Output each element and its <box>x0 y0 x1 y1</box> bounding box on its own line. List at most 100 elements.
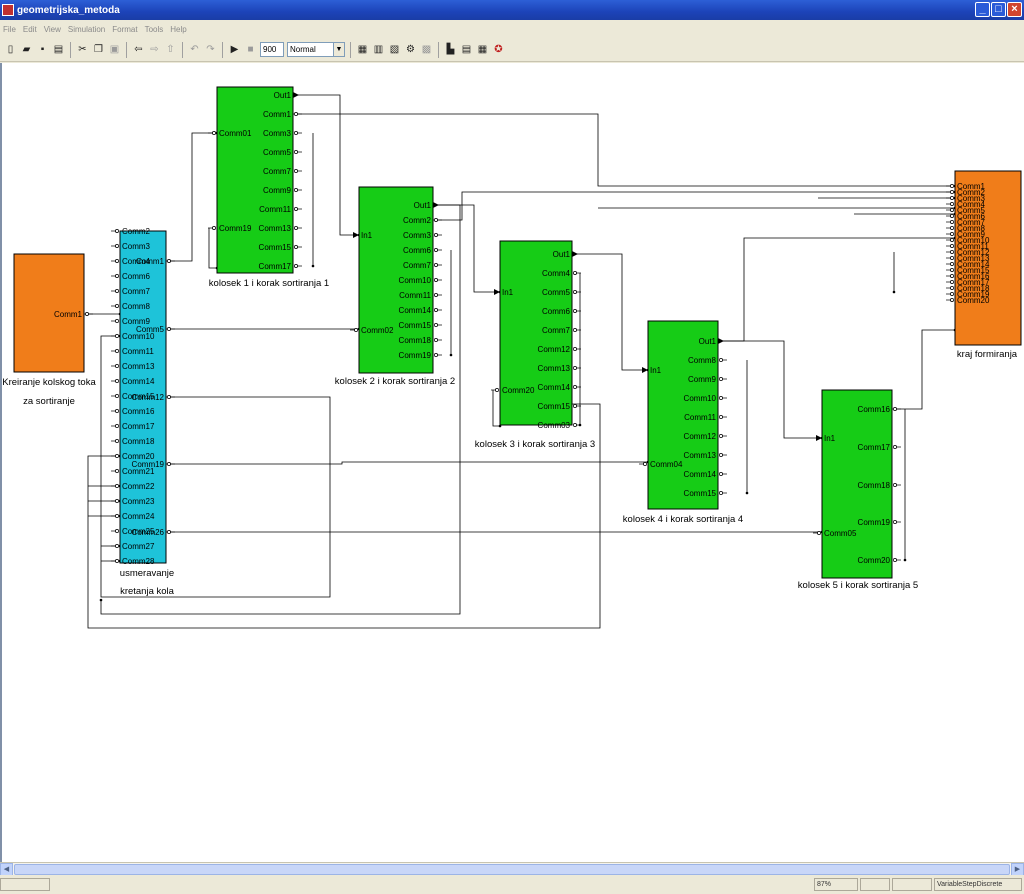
port-label-comm16: Comm16 <box>858 405 891 414</box>
new-icon[interactable]: ▯ <box>4 43 17 57</box>
port-label-comm16: Comm16 <box>122 407 155 416</box>
simulink-app-icon <box>2 4 14 16</box>
port-label-in1: In1 <box>824 434 836 443</box>
port-label-comm2: Comm2 <box>122 227 151 236</box>
line-junction-dot <box>903 558 907 562</box>
update-icon[interactable]: ▥ <box>372 43 385 57</box>
signal-line[interactable] <box>718 340 822 439</box>
block-label-kolosek1: kolosek 1 i korak sortiranja 1 <box>209 278 329 289</box>
signal-line[interactable] <box>718 237 955 342</box>
block-usmeravanje[interactable]: Comm2Comm3Comm4Comm6Comm7Comm8Comm9Comm1… <box>111 227 175 597</box>
port-label-comm14: Comm14 <box>122 377 155 386</box>
menu-file[interactable]: File <box>3 25 16 34</box>
close-button[interactable]: × <box>1007 2 1022 17</box>
block-kolosek2[interactable]: In1 Comm02 Out1 Comm2 Comm3 Comm6 Comm7 Comm10 C… <box>335 186 455 387</box>
port-label-comm1: Comm1 <box>54 310 83 319</box>
back-icon[interactable]: ⇦ <box>132 43 145 57</box>
signal-line[interactable] <box>572 253 648 371</box>
block-kreiranje[interactable]: Comm1 Kreiranje kolskog toka za sortiranje <box>2 253 96 407</box>
port-label-comm20: Comm20 <box>502 386 535 395</box>
output-port-arrow-icon <box>572 251 578 257</box>
port-label-comm7: Comm7 <box>122 287 151 296</box>
port-label-comm01: Comm01 <box>219 129 252 138</box>
signal-line[interactable] <box>892 329 955 410</box>
menu-simulation[interactable]: Simulation <box>68 25 105 34</box>
print-icon[interactable]: ▤ <box>52 43 65 57</box>
menu-bar: File Edit View Simulation Format Tools H… <box>0 20 1024 38</box>
debug-icon[interactable]: ⚙ <box>404 43 417 57</box>
library-browser-icon[interactable]: ▧ <box>388 43 401 57</box>
signal-line[interactable] <box>492 390 500 427</box>
signal-line[interactable] <box>433 191 955 221</box>
menu-help[interactable]: Help <box>170 25 186 34</box>
port-label-comm8: Comm8 <box>122 302 151 311</box>
port-label-comm18: Comm18 <box>122 437 155 446</box>
horizontal-scrollbar[interactable]: ◀ ▶ <box>0 862 1024 876</box>
signal-line[interactable] <box>293 113 955 187</box>
port-label-out1: Out1 <box>414 201 432 210</box>
port-label-comm03: Comm03 <box>538 421 571 430</box>
block-label-kreiranje: Kreiranje kolskog toka <box>2 377 96 388</box>
minimize-button[interactable]: _ <box>975 2 990 17</box>
build-icon[interactable]: ▦ <box>356 43 369 57</box>
block-kolosek1[interactable]: Comm01 Comm19 Out1 Comm1 Comm3 Comm5 Comm7 Comm… <box>208 86 329 289</box>
signal-line[interactable] <box>293 94 359 236</box>
toggle-model-icon[interactable]: ▙ <box>444 43 457 57</box>
port-label-comm26: Comm26 <box>132 528 165 537</box>
redo-icon[interactable]: ↷ <box>204 43 217 57</box>
block-kraj[interactable]: Comm1Comm2Comm3Comm4Comm5Comm6Comm7Comm8… <box>946 170 1022 360</box>
up-icon[interactable]: ⇧ <box>164 43 177 57</box>
stop-time-input[interactable] <box>260 42 284 57</box>
signal-line[interactable] <box>166 461 648 465</box>
signal-line[interactable] <box>208 228 217 269</box>
block-kolosek4[interactable]: In1 Comm04 Out1 Comm8 Comm9 Comm10 Comm11 Comm1… <box>623 320 743 525</box>
port-label-comm12: Comm12 <box>684 432 717 441</box>
signal-line[interactable] <box>433 204 500 293</box>
window-title: geometrijska_metoda <box>17 4 120 16</box>
line-junction-dot <box>99 598 103 602</box>
cut-icon[interactable]: ✂ <box>76 43 89 57</box>
port-label-comm17: Comm17 <box>858 443 891 452</box>
open-icon[interactable]: ▰ <box>20 43 33 57</box>
model-advisor-icon[interactable]: ▤ <box>460 43 473 57</box>
port-label-comm19: Comm19 <box>399 351 432 360</box>
menu-format[interactable]: Format <box>112 25 137 34</box>
menu-tools[interactable]: Tools <box>145 25 164 34</box>
model-canvas[interactable]: Comm1 Kreiranje kolskog toka za sortiranje… <box>0 63 1024 862</box>
maximize-button[interactable]: □ <box>991 2 1006 17</box>
port-label-comm5: Comm5 <box>136 325 165 334</box>
stop-simulation-icon[interactable]: ■ <box>244 43 257 57</box>
output-port-arrow-icon <box>718 338 724 344</box>
solver-name: VariableStepDiscrete <box>934 878 1022 891</box>
signal-icon[interactable]: ▦ <box>476 43 489 57</box>
block-kolosek5[interactable]: In1 Comm05 Comm16 Comm17 Comm18 Comm19 Comm20 k… <box>798 389 918 591</box>
toolbar-separator <box>70 41 71 58</box>
menu-view[interactable]: View <box>44 25 61 34</box>
paste-icon[interactable]: ▣ <box>108 43 121 57</box>
save-icon[interactable]: ▪ <box>36 43 49 57</box>
menu-edit[interactable]: Edit <box>23 25 37 34</box>
start-simulation-icon[interactable]: ▶ <box>228 43 241 57</box>
port-label-comm7: Comm7 <box>542 326 571 335</box>
simulation-mode-select[interactable]: Normal ▼ <box>287 42 345 57</box>
port-label-comm3: Comm3 <box>403 231 432 240</box>
block-diagram[interactable]: Comm1 Kreiranje kolskog toka za sortiranje… <box>2 63 1024 862</box>
undo-icon[interactable]: ↶ <box>188 43 201 57</box>
port-label-in1: In1 <box>650 366 662 375</box>
scrollbar-thumb[interactable] <box>14 864 1010 875</box>
port-label-comm1: Comm1 <box>263 110 292 119</box>
port-label-comm5: Comm5 <box>263 148 292 157</box>
status-cell-empty <box>0 878 50 891</box>
port-label-comm8: Comm8 <box>688 356 717 365</box>
help-icon[interactable]: ✪ <box>492 43 505 57</box>
copy-icon[interactable]: ❐ <box>92 43 105 57</box>
output-port-arrow-icon <box>433 202 439 208</box>
port-label-comm11: Comm11 <box>684 413 716 422</box>
port-label-comm15: Comm15 <box>684 489 717 498</box>
port-label-comm14: Comm14 <box>538 383 571 392</box>
port-label-comm6: Comm6 <box>403 246 432 255</box>
title-bar: geometrijska_metoda _ □ × <box>0 0 1024 20</box>
port-label-comm3: Comm3 <box>122 242 151 251</box>
forward-icon[interactable]: ⇨ <box>148 43 161 57</box>
model-explorer-icon[interactable]: ▩ <box>420 43 433 57</box>
